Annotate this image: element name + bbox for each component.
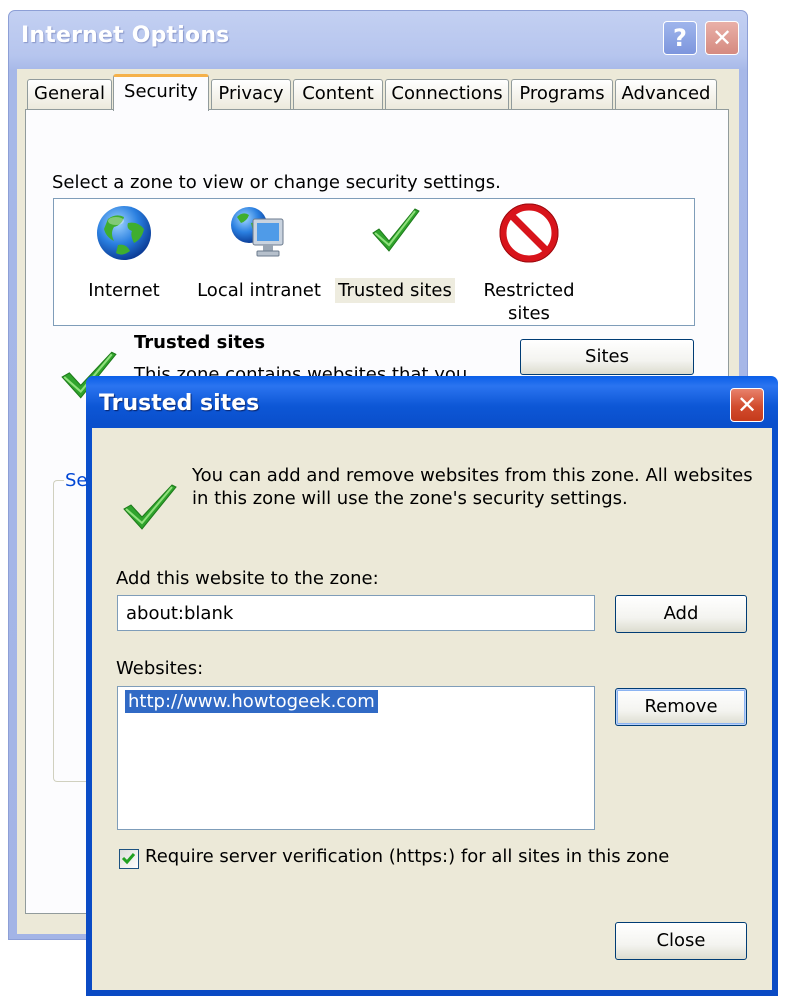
sites-button[interactable]: Sites — [520, 339, 694, 375]
close-button[interactable]: Close — [615, 922, 747, 960]
checkmark-icon — [372, 208, 420, 252]
zone-restricted-sites[interactable]: Restricted sites — [474, 203, 584, 326]
list-item[interactable]: http://www.howtogeek.com — [125, 690, 378, 713]
help-button[interactable]: ? — [663, 21, 697, 55]
restricted-icon — [499, 203, 559, 263]
check-icon — [121, 853, 136, 865]
globe-icon — [97, 206, 151, 260]
trusted-sites-dialog: Trusted sites ✕ You can add and remove w… — [86, 376, 778, 996]
add-website-label: Add this website to the zone: — [116, 568, 379, 589]
zone-label-restricted-sites: Restricted sites — [483, 280, 575, 324]
trusted-sites-title: Trusted sites — [99, 391, 260, 416]
security-level-legend: Se — [64, 470, 89, 491]
zone-list[interactable]: Internet Local intranet Trusted sites Re… — [53, 198, 695, 326]
add-website-input[interactable] — [117, 595, 595, 631]
zone-label-internet: Internet — [88, 280, 160, 301]
zone-internet[interactable]: Internet — [74, 203, 174, 303]
websites-list[interactable]: http://www.howtogeek.com — [117, 686, 595, 830]
https-verification-checkbox[interactable] — [119, 849, 139, 869]
tab-general[interactable]: General — [27, 79, 112, 109]
trusted-sites-client: You can add and remove websites from thi… — [92, 428, 772, 990]
zone-trusted-sites[interactable]: Trusted sites — [332, 203, 458, 303]
checkmark-icon — [123, 484, 177, 530]
zone-local-intranet[interactable]: Local intranet — [194, 203, 324, 303]
tab-privacy[interactable]: Privacy — [211, 79, 291, 109]
trusted-sites-intro: You can add and remove websites from thi… — [192, 465, 753, 509]
intranet-icon — [231, 207, 284, 257]
websites-label: Websites: — [116, 658, 204, 679]
zone-instruction: Select a zone to view or change security… — [52, 172, 501, 193]
internet-options-title: Internet Options — [21, 23, 230, 48]
internet-options-close-button[interactable]: ✕ — [705, 21, 739, 55]
tab-advanced[interactable]: Advanced — [615, 79, 717, 109]
https-verification-label[interactable]: Require server verification (https:) for… — [145, 846, 669, 867]
remove-button[interactable]: Remove — [615, 688, 747, 726]
trusted-sites-close-icon[interactable]: ✕ — [730, 388, 764, 422]
tab-programs[interactable]: Programs — [511, 79, 613, 109]
zone-label-trusted-sites: Trusted sites — [335, 278, 455, 303]
tab-connections[interactable]: Connections — [385, 79, 509, 109]
add-button[interactable]: Add — [615, 595, 747, 633]
tab-security[interactable]: Security — [113, 74, 209, 111]
zone-label-local-intranet: Local intranet — [197, 280, 321, 301]
tab-content[interactable]: Content — [293, 79, 383, 109]
zone-heading: Trusted sites — [134, 332, 266, 353]
